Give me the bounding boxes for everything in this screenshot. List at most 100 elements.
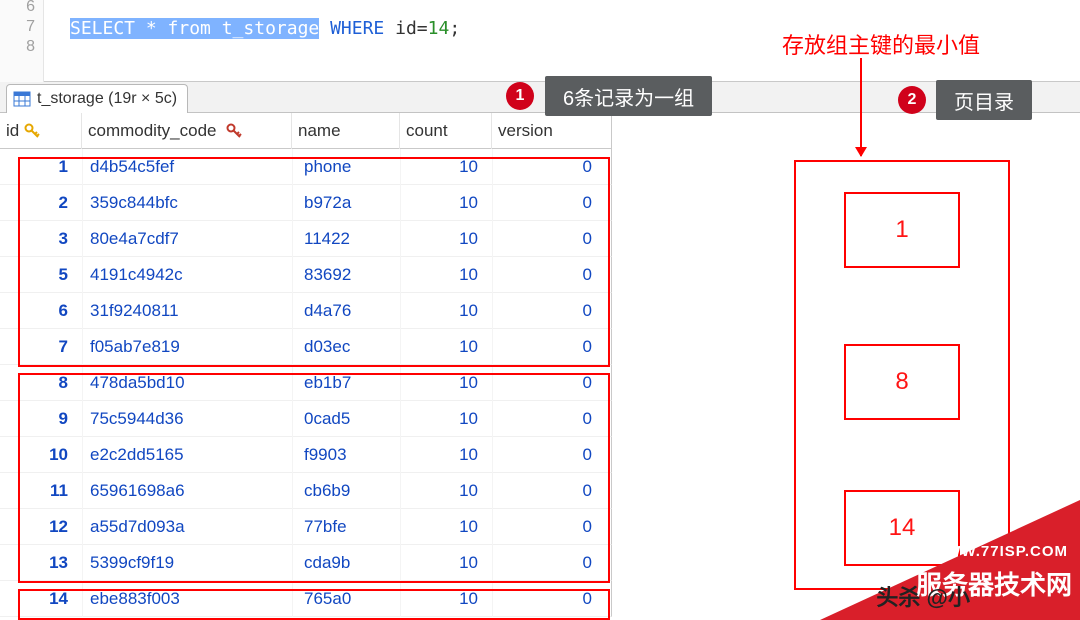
result-tab[interactable]: t_storage (19r × 5c)	[6, 84, 188, 113]
table-row[interactable]: 975c5944d360cad5100	[0, 401, 612, 437]
cell-count: 10	[400, 221, 492, 257]
col-count[interactable]: count	[400, 113, 492, 149]
cell-count: 10	[400, 365, 492, 401]
cell-name: cda9b	[292, 545, 400, 581]
cell-id: 7	[0, 329, 82, 365]
col-name[interactable]: name	[292, 113, 400, 149]
cell-count: 10	[400, 581, 492, 617]
table-row[interactable]: 12a55d7d093a77bfe100	[0, 509, 612, 545]
cell-name: 0cad5	[292, 401, 400, 437]
cell-code: 478da5bd10	[82, 365, 292, 401]
cell-version: 0	[492, 545, 606, 581]
table-row[interactable]: 135399cf9f19cda9b100	[0, 545, 612, 581]
col-commodity-code[interactable]: commodity_code	[82, 113, 292, 149]
table-row[interactable]: 10e2c2dd5165f9903100	[0, 437, 612, 473]
cell-id: 1	[0, 149, 82, 185]
line-number: 8	[26, 38, 35, 56]
page-dir-entry-1: 1	[844, 192, 960, 268]
cell-version: 0	[492, 149, 606, 185]
cell-id: 11	[0, 473, 82, 509]
cell-name: f9903	[292, 437, 400, 473]
cell-count: 10	[400, 293, 492, 329]
line-gutter: 6 7 8	[0, 0, 44, 82]
sql-selected-text: SELECT * from t_storage	[70, 18, 319, 39]
cell-code: 65961698a6	[82, 473, 292, 509]
watermark-credit: 头杀 @小	[876, 580, 970, 612]
table-row[interactable]: 2359c844bfcb972a100	[0, 185, 612, 221]
cell-version: 0	[492, 581, 606, 617]
table-row[interactable]: 631f9240811d4a76100	[0, 293, 612, 329]
cell-count: 10	[400, 257, 492, 293]
cell-code: f05ab7e819	[82, 329, 292, 365]
note-min-key: 存放组主键的最小值	[782, 28, 980, 60]
cell-id: 6	[0, 293, 82, 329]
cell-id: 2	[0, 185, 82, 221]
table-row[interactable]: 14ebe883f003765a0100	[0, 581, 612, 617]
cell-count: 10	[400, 437, 492, 473]
cell-version: 0	[492, 221, 606, 257]
cell-id: 13	[0, 545, 82, 581]
cell-code: 5399cf9f19	[82, 545, 292, 581]
table-row[interactable]: 7f05ab7e819d03ec100	[0, 329, 612, 365]
cell-count: 10	[400, 149, 492, 185]
cell-version: 0	[492, 437, 606, 473]
cell-name: 77bfe	[292, 509, 400, 545]
cell-code: ebe883f003	[82, 581, 292, 617]
table-row[interactable]: 1d4b54c5fefphone100	[0, 149, 612, 185]
cell-count: 10	[400, 473, 492, 509]
table-row[interactable]: 380e4a7cdf711422100	[0, 221, 612, 257]
cell-id: 10	[0, 437, 82, 473]
table-row[interactable]: 54191c4942c83692100	[0, 257, 612, 293]
col-id[interactable]: id	[0, 113, 82, 149]
cell-name: 765a0	[292, 581, 400, 617]
cell-code: 4191c4942c	[82, 257, 292, 293]
cell-count: 10	[400, 329, 492, 365]
cell-id: 8	[0, 365, 82, 401]
cell-version: 0	[492, 329, 606, 365]
cell-name: d03ec	[292, 329, 400, 365]
cell-code: e2c2dd5165	[82, 437, 292, 473]
cell-code: 75c5944d36	[82, 401, 292, 437]
cell-version: 0	[492, 257, 606, 293]
cell-code: a55d7d093a	[82, 509, 292, 545]
cell-count: 10	[400, 509, 492, 545]
cell-id: 3	[0, 221, 82, 257]
cell-id: 5	[0, 257, 82, 293]
cell-version: 0	[492, 293, 606, 329]
sql-statement[interactable]: SELECT * from t_storage WHERE id=14;	[70, 18, 460, 39]
cell-name: phone	[292, 149, 400, 185]
cell-id: 12	[0, 509, 82, 545]
cell-code: 359c844bfc	[82, 185, 292, 221]
cell-count: 10	[400, 545, 492, 581]
callout-text-2: 页目录	[936, 80, 1032, 120]
col-version[interactable]: version	[492, 113, 606, 149]
line-number: 7	[26, 18, 35, 36]
cell-name: 11422	[292, 221, 400, 257]
table-icon	[13, 90, 31, 108]
watermark-url: WWW.77ISP.COM	[931, 543, 1068, 560]
callout-badge-2: 2	[898, 86, 926, 114]
cell-code: d4b54c5fef	[82, 149, 292, 185]
cell-name: b972a	[292, 185, 400, 221]
table-row[interactable]: 1165961698a6cb6b9100	[0, 473, 612, 509]
page-dir-entry-2: 8	[844, 344, 960, 420]
cell-version: 0	[492, 401, 606, 437]
cell-code: 31f9240811	[82, 293, 292, 329]
cell-count: 10	[400, 401, 492, 437]
cell-code: 80e4a7cdf7	[82, 221, 292, 257]
cell-count: 10	[400, 185, 492, 221]
cell-id: 14	[0, 581, 82, 617]
cell-version: 0	[492, 473, 606, 509]
foreign-key-icon	[225, 122, 243, 140]
cell-id: 9	[0, 401, 82, 437]
table-row[interactable]: 8478da5bd10eb1b7100	[0, 365, 612, 401]
cell-name: 83692	[292, 257, 400, 293]
cell-version: 0	[492, 509, 606, 545]
cell-name: d4a76	[292, 293, 400, 329]
cell-name: cb6b9	[292, 473, 400, 509]
cell-name: eb1b7	[292, 365, 400, 401]
line-number: 6	[26, 0, 35, 16]
result-tab-label: t_storage (19r × 5c)	[37, 90, 177, 108]
table-header: id commodity_code name count version	[0, 113, 612, 149]
cell-version: 0	[492, 185, 606, 221]
